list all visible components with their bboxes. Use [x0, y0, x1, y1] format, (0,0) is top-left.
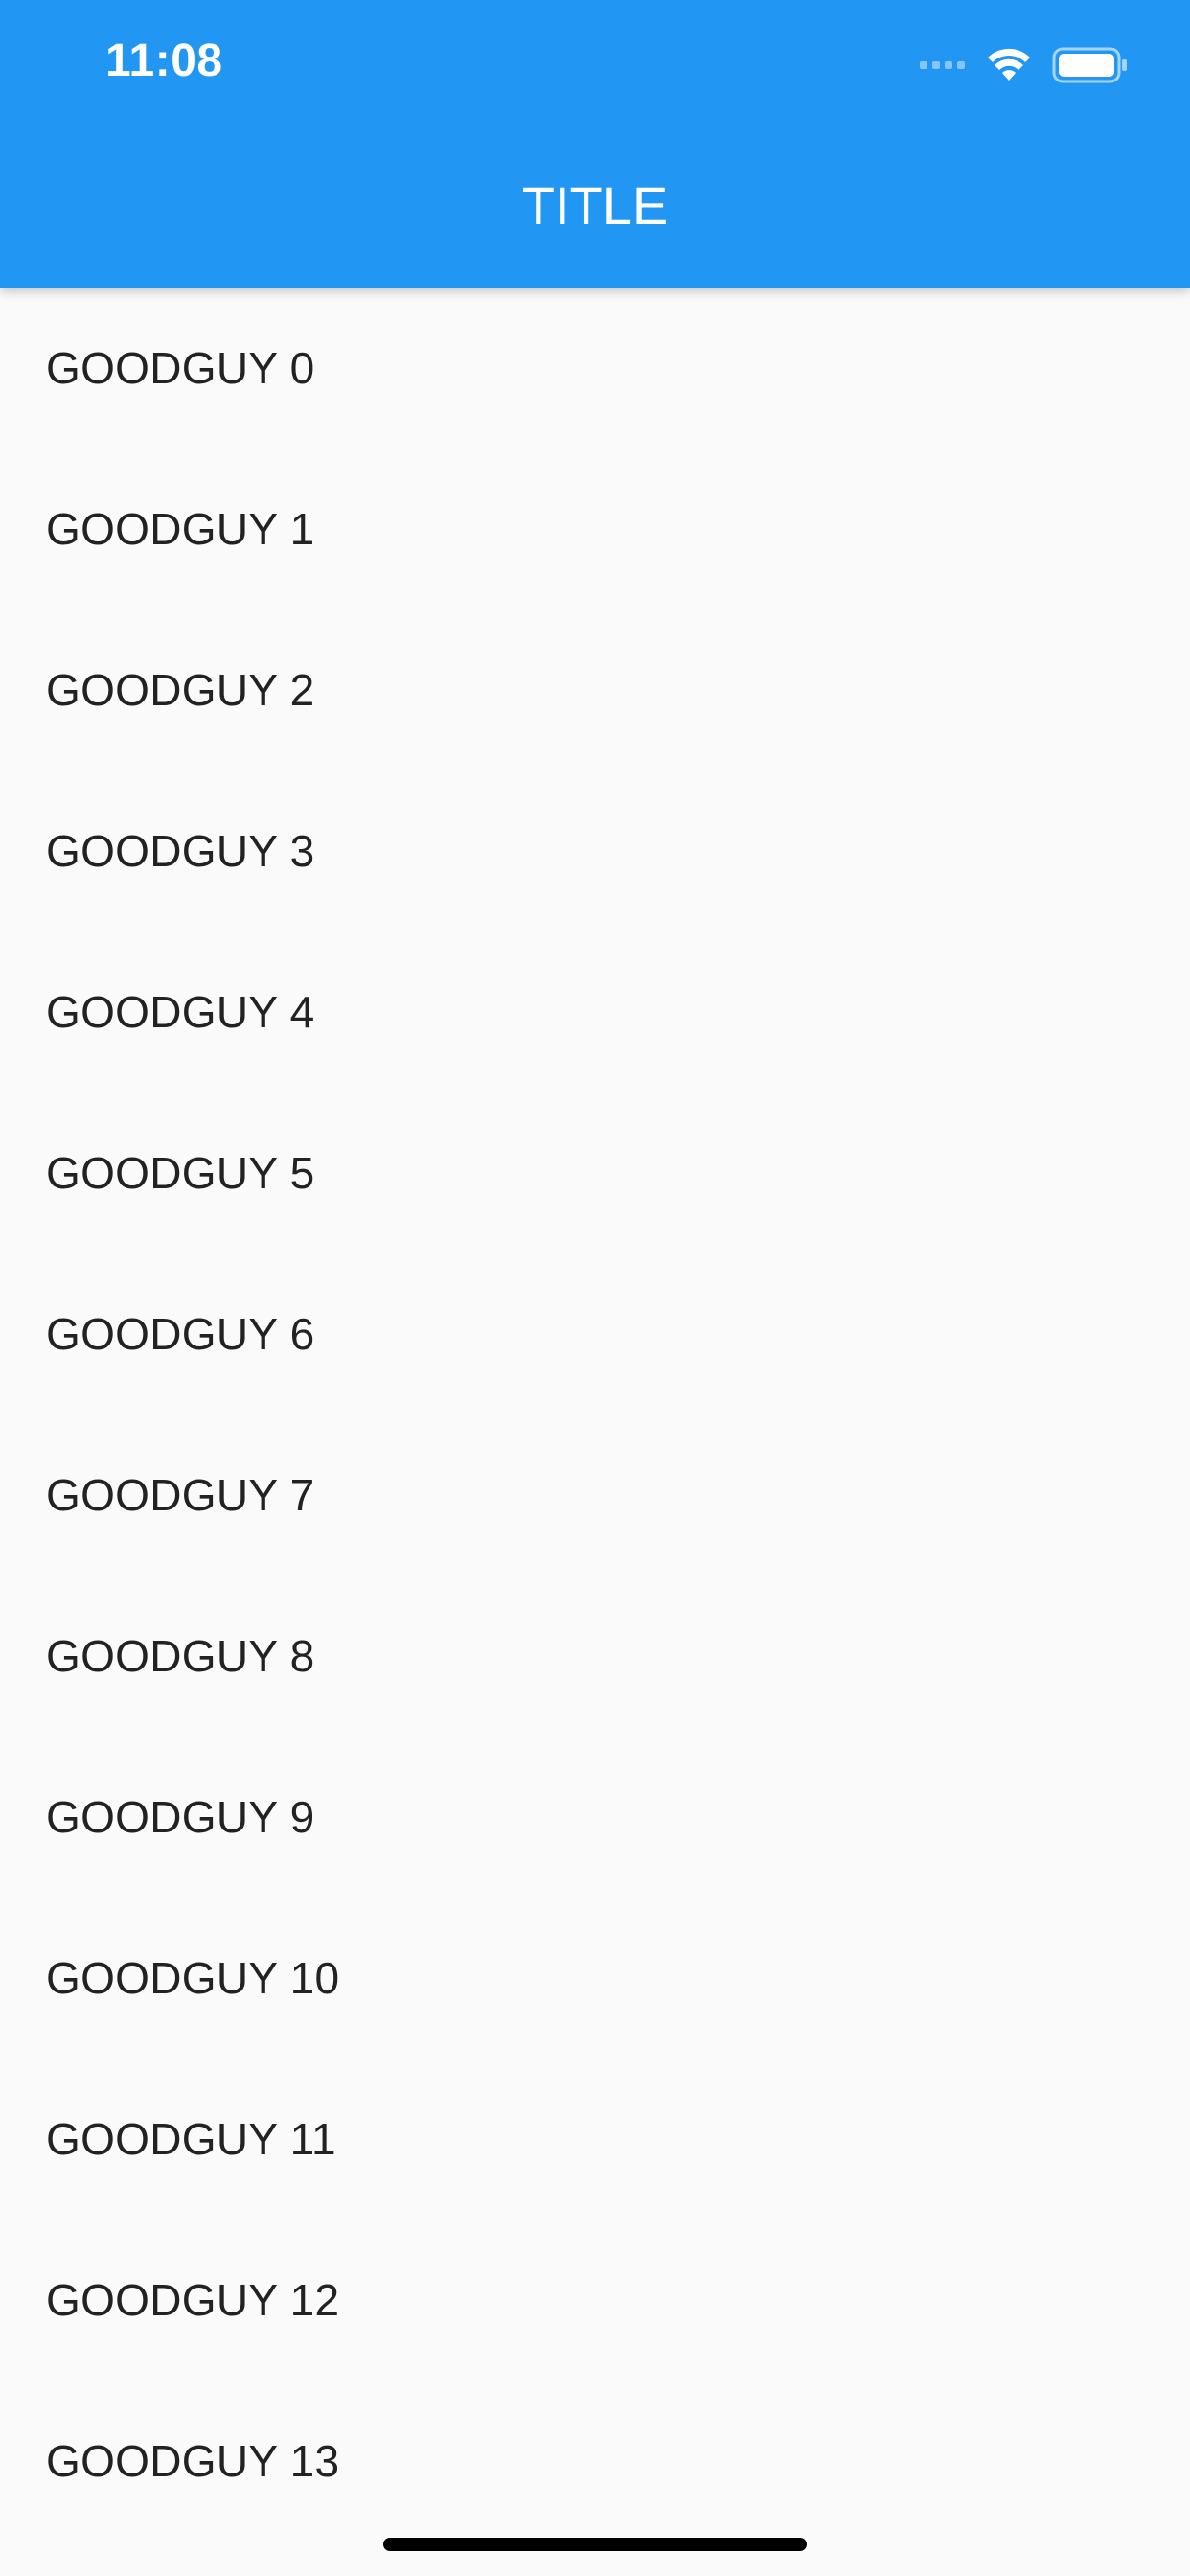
- list-item[interactable]: GOODGUY 13: [0, 2380, 1190, 2542]
- list-item-label: GOODGUY 4: [46, 987, 315, 1037]
- battery-icon: [1052, 47, 1127, 83]
- list-item[interactable]: GOODGUY 9: [0, 1736, 1190, 1898]
- list-item-label: GOODGUY 7: [46, 1470, 315, 1520]
- list-item[interactable]: GOODGUY 6: [0, 1254, 1190, 1414]
- list-item-label: GOODGUY 6: [46, 1309, 315, 1359]
- list-item[interactable]: GOODGUY 5: [0, 1092, 1190, 1254]
- list-item[interactable]: GOODGUY 4: [0, 932, 1190, 1092]
- list-item-label: GOODGUY 1: [46, 504, 315, 554]
- list-item-label: GOODGUY 10: [46, 1953, 340, 2003]
- list-item[interactable]: GOODGUY 11: [0, 2058, 1190, 2220]
- page-title: TITLE: [521, 175, 669, 236]
- list-item[interactable]: GOODGUY 0: [0, 288, 1190, 448]
- status-bar-time: 11:08: [105, 35, 223, 86]
- list-item[interactable]: GOODGUY 1: [0, 448, 1190, 610]
- list-item[interactable]: GOODGUY 3: [0, 770, 1190, 932]
- list-item-label: GOODGUY 11: [46, 2114, 336, 2164]
- list-item-label: GOODGUY 13: [46, 2436, 340, 2486]
- app-bar: 11:08 TITLE: [0, 0, 1190, 288]
- wifi-icon: [988, 48, 1030, 80]
- list-item[interactable]: GOODGUY 7: [0, 1414, 1190, 1576]
- list-item-label: GOODGUY 2: [46, 665, 315, 715]
- home-indicator[interactable]: [383, 2538, 807, 2551]
- list-item[interactable]: GOODGUY 8: [0, 1576, 1190, 1736]
- list-item-label: GOODGUY 8: [46, 1631, 315, 1681]
- list-item-label: GOODGUY 5: [46, 1148, 315, 1198]
- list-item[interactable]: GOODGUY 10: [0, 1898, 1190, 2058]
- signal-icon: [920, 61, 970, 69]
- list-item-label: GOODGUY 0: [46, 343, 315, 393]
- goodguy-list: GOODGUY 0 GOODGUY 1 GOODGUY 2 GOODGUY 3 …: [0, 288, 1190, 2542]
- list-item-label: GOODGUY 3: [46, 826, 315, 876]
- status-bar-icons: [920, 44, 1129, 86]
- list-item-label: GOODGUY 12: [46, 2275, 340, 2325]
- list-item-label: GOODGUY 9: [46, 1792, 315, 1842]
- list-item[interactable]: GOODGUY 12: [0, 2220, 1190, 2380]
- list-item[interactable]: GOODGUY 2: [0, 610, 1190, 770]
- app-screen: 11:08 TITLE GOODGUY 0 GOODGUY 1 GOODGUY …: [0, 0, 1190, 2576]
